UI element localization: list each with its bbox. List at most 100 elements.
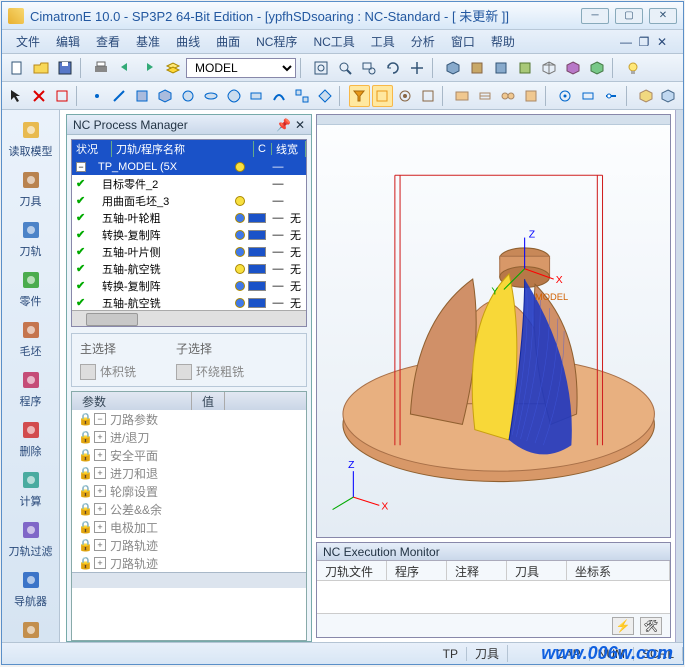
left-tool-7[interactable]: 计算 [6, 466, 56, 512]
maximize-button[interactable]: ▢ [615, 8, 643, 24]
left-tool-8[interactable]: 刀轨过滤 [6, 516, 56, 562]
cfg1-icon[interactable] [555, 85, 576, 107]
undo-icon[interactable] [114, 57, 136, 79]
exec-opt-icon[interactable]: 🛠 [640, 617, 662, 635]
iso-view-icon[interactable] [442, 57, 464, 79]
side-view-icon[interactable] [514, 57, 536, 79]
menu-view[interactable]: 查看 [90, 31, 126, 52]
wireframe-icon[interactable] [538, 57, 560, 79]
menu-surface[interactable]: 曲面 [210, 31, 246, 52]
filter-red-icon[interactable] [52, 85, 73, 107]
select-arrow-icon[interactable] [6, 85, 27, 107]
param-row[interactable]: 🔒+进/退刀 [72, 428, 306, 446]
left-tool-2[interactable]: 刀轨 [6, 216, 56, 262]
menu-window[interactable]: 窗口 [445, 31, 481, 52]
nc-row[interactable]: ✔转换-复制阵—无 [72, 277, 306, 294]
obj3-icon[interactable] [223, 85, 244, 107]
close-button[interactable]: ✕ [649, 8, 677, 24]
menu-analyze[interactable]: 分析 [405, 31, 441, 52]
line-icon[interactable] [109, 85, 130, 107]
save-icon[interactable] [54, 57, 76, 79]
left-tool-6[interactable]: 删除 [6, 416, 56, 462]
viewport-vscroll[interactable] [675, 110, 683, 642]
pt-icon[interactable] [86, 85, 107, 107]
obj6-icon[interactable] [292, 85, 313, 107]
nc-row[interactable]: ✔用曲面毛坯_3— [72, 192, 306, 209]
mdi-restore-icon[interactable]: ❐ [637, 35, 651, 49]
grp3-icon[interactable] [498, 85, 519, 107]
param-row[interactable]: 🔒+进刀和退 [72, 464, 306, 482]
param-row[interactable]: 🔒+刀路轨迹 [72, 554, 306, 572]
obj1-icon[interactable] [178, 85, 199, 107]
exec-run-icon[interactable]: ⚡ [612, 617, 634, 635]
grp1-icon[interactable] [452, 85, 473, 107]
nc-row[interactable]: ✔五轴-航空铣—无 [72, 260, 306, 277]
panel-close-icon[interactable]: ✕ [295, 118, 305, 132]
open-icon[interactable] [30, 57, 52, 79]
param-row[interactable]: 🔒+轮廓设置 [72, 482, 306, 500]
param-row[interactable]: 🔒+公差&&余 [72, 500, 306, 518]
left-tool-9[interactable]: 导航器 [6, 566, 56, 612]
menu-datum[interactable]: 基准 [130, 31, 166, 52]
new-icon[interactable] [6, 57, 28, 79]
front-view-icon[interactable] [490, 57, 512, 79]
viewport-3d[interactable]: Z X Y MODEL Z X [316, 114, 671, 538]
left-tool-0[interactable]: 读取模型 [6, 116, 56, 162]
param-row[interactable]: 🔒+安全平面 [72, 446, 306, 464]
light-icon[interactable] [622, 57, 644, 79]
menu-help[interactable]: 帮助 [485, 31, 521, 52]
mdi-close-icon[interactable]: ✕ [655, 35, 669, 49]
print-icon[interactable] [90, 57, 112, 79]
nc-row[interactable]: ✔转换-复制阵—无 [72, 226, 306, 243]
filter1-icon[interactable] [349, 85, 370, 107]
nc-row[interactable]: ✔目标零件_2— [72, 175, 306, 192]
hidden-icon[interactable] [586, 57, 608, 79]
zoom-in-icon[interactable] [334, 57, 356, 79]
face-icon[interactable] [132, 85, 153, 107]
param-row[interactable]: 🔒+刀路轨迹 [72, 536, 306, 554]
nc-row[interactable]: ✔五轴-航空铣—无 [72, 294, 306, 310]
obj7-icon[interactable] [314, 85, 335, 107]
left-tool-4[interactable]: 毛坯 [6, 316, 56, 362]
model-combo[interactable]: MODEL [186, 58, 296, 78]
redo-icon[interactable] [138, 57, 160, 79]
cfg3-icon[interactable] [601, 85, 622, 107]
left-tool-1[interactable]: 刀具 [6, 166, 56, 212]
left-tool-5[interactable]: 程序 [6, 366, 56, 412]
shaded-icon[interactable] [562, 57, 584, 79]
menu-file[interactable]: 文件 [10, 31, 46, 52]
obj5-icon[interactable] [269, 85, 290, 107]
rotate-icon[interactable] [382, 57, 404, 79]
exec-body[interactable] [317, 581, 670, 613]
select-x-icon[interactable] [29, 85, 50, 107]
exec-col-prog[interactable]: 程序 [387, 561, 447, 580]
param-row[interactable]: 🔒−刀路参数 [72, 410, 306, 428]
end2-icon[interactable] [658, 85, 679, 107]
obj4-icon[interactable] [246, 85, 267, 107]
pan-icon[interactable] [406, 57, 428, 79]
param-tabs[interactable] [72, 572, 306, 588]
body-icon[interactable] [155, 85, 176, 107]
exec-col-ucs[interactable]: 坐标系 [567, 561, 670, 580]
cfg2-icon[interactable] [578, 85, 599, 107]
grp4-icon[interactable] [521, 85, 542, 107]
filter2-icon[interactable] [372, 85, 393, 107]
nc-hscroll[interactable] [72, 310, 306, 326]
menu-tools[interactable]: 工具 [365, 31, 401, 52]
nc-row[interactable]: ✔五轴-叶片侧—无 [72, 243, 306, 260]
minimize-button[interactable]: ─ [581, 8, 609, 24]
menu-curve[interactable]: 曲线 [170, 31, 206, 52]
obj2-icon[interactable] [200, 85, 221, 107]
zoom-window-icon[interactable] [358, 57, 380, 79]
menu-nctool[interactable]: NC工具 [307, 31, 360, 52]
left-tool-10[interactable]: 机床仿真 [6, 616, 56, 642]
param-row[interactable]: 🔒+电极加工 [72, 518, 306, 536]
layers-icon[interactable] [162, 57, 184, 79]
menu-edit[interactable]: 编辑 [50, 31, 86, 52]
pin-icon[interactable]: 📌 [276, 118, 291, 132]
menu-ncprog[interactable]: NC程序 [250, 31, 303, 52]
vis1-icon[interactable] [395, 85, 416, 107]
vis2-icon[interactable] [417, 85, 438, 107]
left-tool-3[interactable]: 零件 [6, 266, 56, 312]
nc-row[interactable]: ✔五轴-叶轮粗—无 [72, 209, 306, 226]
